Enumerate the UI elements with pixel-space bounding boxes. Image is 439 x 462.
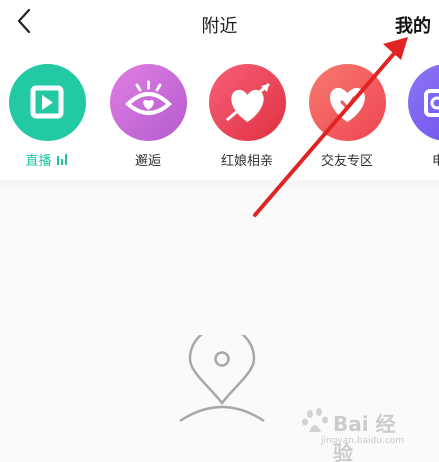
category-live-label: 直播 [25, 154, 52, 169]
heart-icon [329, 87, 365, 122]
watermark-sub: jingyan.baidu.com [321, 436, 405, 446]
baidu-watermark: Bai 经验 jingyan.baidu.com [301, 406, 413, 462]
nearby-screen: 附近 我的 直播 邂逅 红娘相亲 交友专区 电 Bai 经验 jingyan.b… [0, 0, 439, 462]
live-bars-icon [56, 154, 67, 165]
camera-icon [423, 89, 439, 117]
matchmaker-icon-circle [208, 64, 286, 141]
heart-arrow-icon [225, 82, 270, 122]
category-social-label: 交友专区 [320, 154, 373, 169]
paw-logo-icon [302, 408, 328, 432]
social-icon-circle [308, 64, 386, 141]
location-pin-icon [179, 335, 265, 423]
category-matchmaker[interactable]: 红娘相亲 [207, 64, 287, 169]
category-row: 直播 邂逅 红娘相亲 交友专区 电 [0, 60, 439, 178]
category-partial-label: 电 [432, 154, 439, 169]
category-matchmaker-label: 红娘相亲 [220, 154, 273, 169]
page-title: 附近 [201, 16, 238, 37]
watermark-text: Bai 经验 [333, 412, 396, 462]
play-icon [30, 85, 63, 119]
eye-heart-icon [124, 80, 172, 115]
category-encounter-label: 邂逅 [134, 154, 161, 169]
category-social[interactable]: 交友专区 [307, 64, 387, 169]
category-partial[interactable]: 电 [406, 64, 439, 169]
header: 附近 我的 [0, 0, 439, 46]
category-live[interactable]: 直播 [7, 64, 87, 169]
category-encounter[interactable]: 邂逅 [108, 64, 188, 169]
category-label: 直播 [7, 150, 87, 169]
encounter-icon-circle [109, 64, 187, 141]
section-divider [0, 180, 439, 188]
mine-button[interactable]: 我的 [395, 12, 431, 38]
live-icon-circle [8, 64, 86, 141]
partial-icon-circle [407, 64, 439, 141]
